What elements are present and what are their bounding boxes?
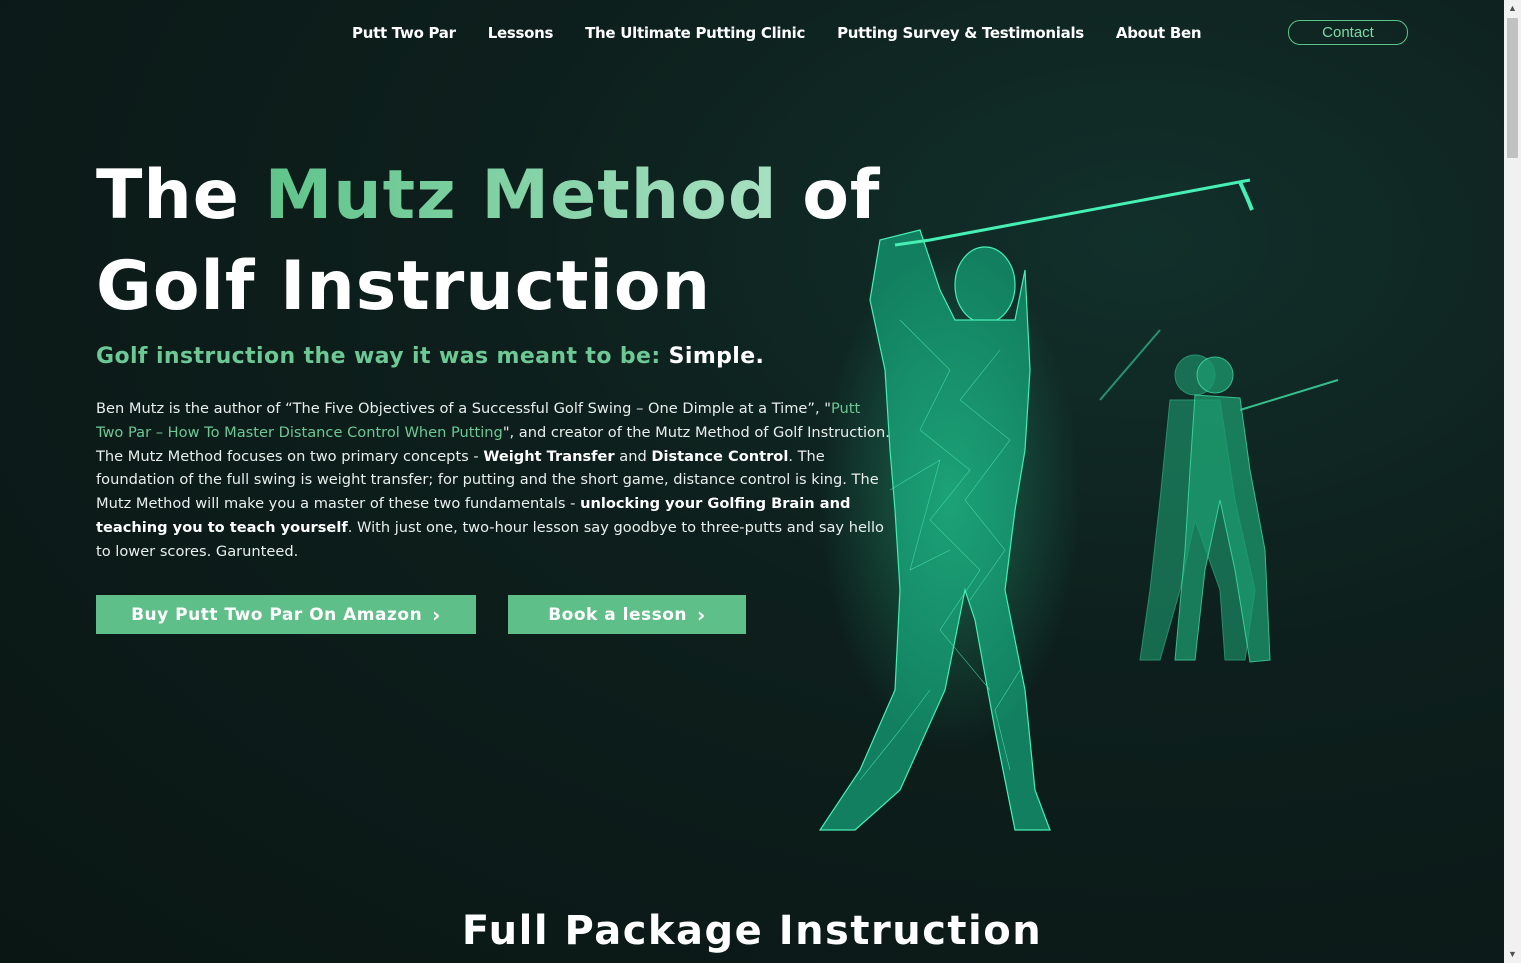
page: Putt Two Par Lessons The Ultimate Puttin…	[0, 0, 1504, 963]
distance-control-text: Distance Control	[651, 447, 789, 465]
tagline-green: Golf instruction the way it was meant to…	[96, 344, 669, 369]
top-navigation: Putt Two Par Lessons The Ultimate Puttin…	[0, 0, 1504, 68]
hero-title-line2: Golf Instruction	[96, 247, 711, 326]
nav-link-lessons[interactable]: Lessons	[488, 24, 554, 42]
hero-title-accent: Mutz Method	[264, 156, 778, 235]
weight-transfer-text: Weight Transfer	[483, 447, 615, 465]
desc-text-3: and	[614, 447, 652, 465]
nav-links: Putt Two Par Lessons The Ultimate Puttin…	[352, 24, 1202, 42]
buy-on-amazon-label: Buy Putt Two Par On Amazon	[131, 604, 423, 625]
arrow-up-icon[interactable]: ▲	[1504, 0, 1521, 17]
arrow-down-icon[interactable]: ▼	[1504, 946, 1521, 963]
hero-title-part2: of	[777, 156, 881, 235]
desc-text-1: Ben Mutz is the author of “The Five Obje…	[96, 400, 831, 417]
hero-description: Ben Mutz is the author of “The Five Obje…	[96, 397, 891, 564]
buy-on-amazon-button[interactable]: Buy Putt Two Par On Amazon ›	[96, 595, 476, 634]
nav-link-survey-testimonials[interactable]: Putting Survey & Testimonials	[837, 24, 1084, 42]
nav-link-putting-clinic[interactable]: The Ultimate Putting Clinic	[585, 24, 805, 42]
nav-link-about-ben[interactable]: About Ben	[1116, 24, 1202, 42]
section-title: Full Package Instruction	[461, 908, 1043, 954]
chevron-right-icon: ›	[432, 602, 441, 627]
scrollbar-thumb[interactable]	[1507, 18, 1518, 158]
scrollbar[interactable]: ▲ ▼	[1504, 0, 1521, 963]
hero-tagline: Golf instruction the way it was meant to…	[96, 344, 764, 369]
book-lesson-label: Book a lesson	[548, 604, 688, 625]
contact-button[interactable]: Contact	[1288, 20, 1408, 45]
hero-title: The Mutz Method of Golf Instruction	[96, 150, 956, 332]
nav-link-putt-two-par[interactable]: Putt Two Par	[352, 24, 456, 42]
chevron-right-icon: ›	[697, 602, 706, 627]
hero-title-part1: The	[96, 156, 265, 235]
tagline-white: Simple.	[668, 344, 765, 369]
book-lesson-button[interactable]: Book a lesson ›	[508, 595, 746, 634]
